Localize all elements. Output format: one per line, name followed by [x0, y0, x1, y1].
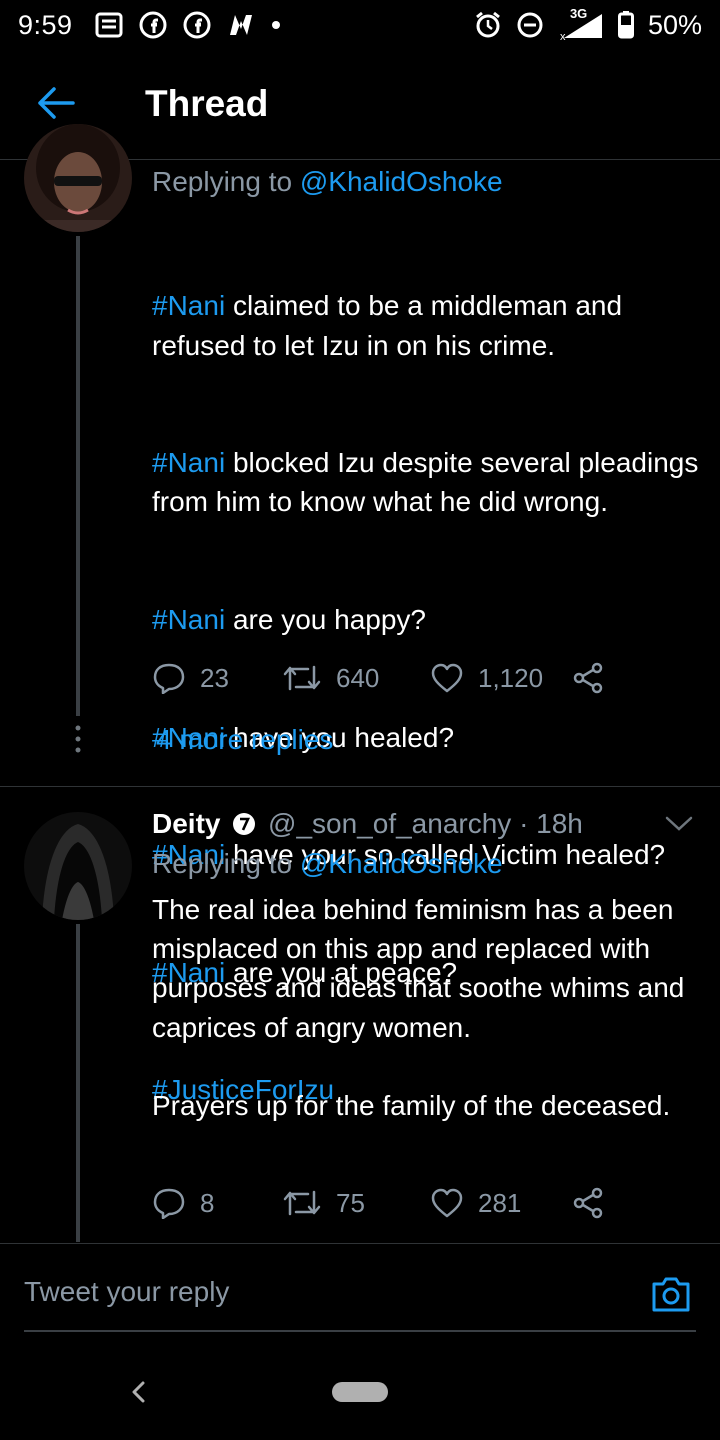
user-handle[interactable]: @_son_of_anarchy — [268, 808, 511, 839]
retweet-button[interactable]: 640 — [282, 663, 430, 694]
tweet-content: Deity @_son_of_anarchy · 18h Replying to… — [152, 804, 700, 1125]
tweet-line: #Nani claimed to be a middleman and refu… — [152, 286, 700, 364]
more-replies-link[interactable]: 4 more replies — [156, 724, 333, 756]
mention-link[interactable]: @KhalidOshoke — [300, 848, 503, 879]
system-icons: x 3G 50% — [474, 6, 702, 41]
like-button[interactable]: 1,120 — [430, 663, 572, 694]
retweet-icon — [283, 1190, 321, 1216]
notification-icons — [95, 11, 281, 39]
tweet-time: · 18h — [519, 808, 583, 839]
share-icon — [573, 662, 603, 694]
tweet-line: #Nani blocked Izu despite several pleadi… — [152, 443, 700, 521]
reply-count: 23 — [200, 662, 229, 693]
reply-button[interactable]: 8 — [152, 1187, 282, 1219]
avatar[interactable] — [24, 812, 132, 920]
signal-icon: x 3G — [558, 6, 604, 40]
thread-dots — [73, 724, 83, 759]
nav-home-pill[interactable] — [332, 1382, 388, 1402]
tweet-header: Deity @_son_of_anarchy · 18h — [152, 804, 700, 844]
facebook-icon-2 — [183, 11, 211, 39]
page-title: Thread — [145, 83, 269, 124]
reply-button[interactable]: 23 — [152, 662, 282, 694]
avatar[interactable] — [24, 124, 132, 232]
thread-line — [76, 924, 80, 1242]
hashtag-link[interactable]: #Nani — [152, 604, 225, 635]
divider — [0, 786, 720, 787]
facebook-icon — [139, 11, 167, 39]
battery-percent: 50% — [647, 9, 702, 40]
retweet-count: 75 — [336, 1187, 365, 1218]
heart-icon — [431, 663, 463, 693]
tweet-text: The real idea behind feminism has a been… — [152, 894, 685, 1122]
tweet-line-text: are you happy? — [225, 604, 426, 636]
tweet-actions: 8 75 281 — [152, 1187, 604, 1219]
chevron-down-icon[interactable] — [664, 812, 694, 834]
reply-icon — [153, 1188, 185, 1219]
tweet-line-text: blocked Izu despite several pleadings fr… — [152, 447, 707, 518]
reply-input-placeholder[interactable]: Tweet your reply — [24, 1276, 229, 1308]
replying-to: Replying to @KhalidOshoke — [152, 844, 700, 884]
like-count: 281 — [478, 1187, 522, 1218]
display-name[interactable]: Deity — [152, 808, 220, 839]
camera-icon[interactable] — [650, 1274, 692, 1314]
replying-to: Replying to @KhalidOshoke — [152, 162, 700, 202]
reply-composer[interactable]: Tweet your reply — [24, 1260, 696, 1332]
like-count: 1,120 — [478, 662, 544, 693]
thread-line — [76, 236, 80, 716]
status-bar: 9:59 x 3G 50% — [0, 0, 720, 50]
do-not-disturb-icon — [516, 11, 544, 39]
status-time: 9:59 — [18, 9, 73, 40]
share-button[interactable] — [572, 1187, 604, 1219]
retweet-count: 640 — [336, 662, 380, 693]
dot-icon — [271, 20, 281, 30]
reply-icon — [153, 663, 185, 694]
tweet-actions: 23 640 1,120 — [152, 662, 604, 694]
hashtag-link[interactable]: #Nani — [152, 447, 225, 478]
share-button[interactable] — [572, 662, 604, 694]
battery-icon — [617, 11, 634, 39]
mention-link[interactable]: @KhalidOshoke — [300, 166, 503, 197]
hashtag-link[interactable]: #Nani — [152, 290, 225, 321]
n-app-icon — [227, 13, 255, 37]
heart-icon — [431, 1188, 463, 1218]
back-arrow-icon[interactable] — [36, 86, 76, 120]
replying-to-prefix: Replying to — [152, 848, 300, 879]
divider — [0, 1243, 720, 1244]
badge-icon — [232, 812, 256, 836]
retweet-icon — [283, 665, 321, 691]
alarm-icon — [474, 11, 502, 39]
network-type: 3G — [569, 6, 588, 21]
retweet-button[interactable]: 75 — [282, 1188, 430, 1219]
replying-to-prefix: Replying to — [152, 166, 300, 197]
messages-icon — [95, 12, 123, 38]
tweet-line: #Nani are you happy? — [152, 600, 700, 639]
svg-text:x: x — [560, 31, 566, 40]
nav-back-icon[interactable] — [128, 1380, 150, 1404]
share-icon — [573, 1187, 603, 1219]
reply-count: 8 — [200, 1187, 215, 1218]
like-button[interactable]: 281 — [430, 1188, 572, 1219]
